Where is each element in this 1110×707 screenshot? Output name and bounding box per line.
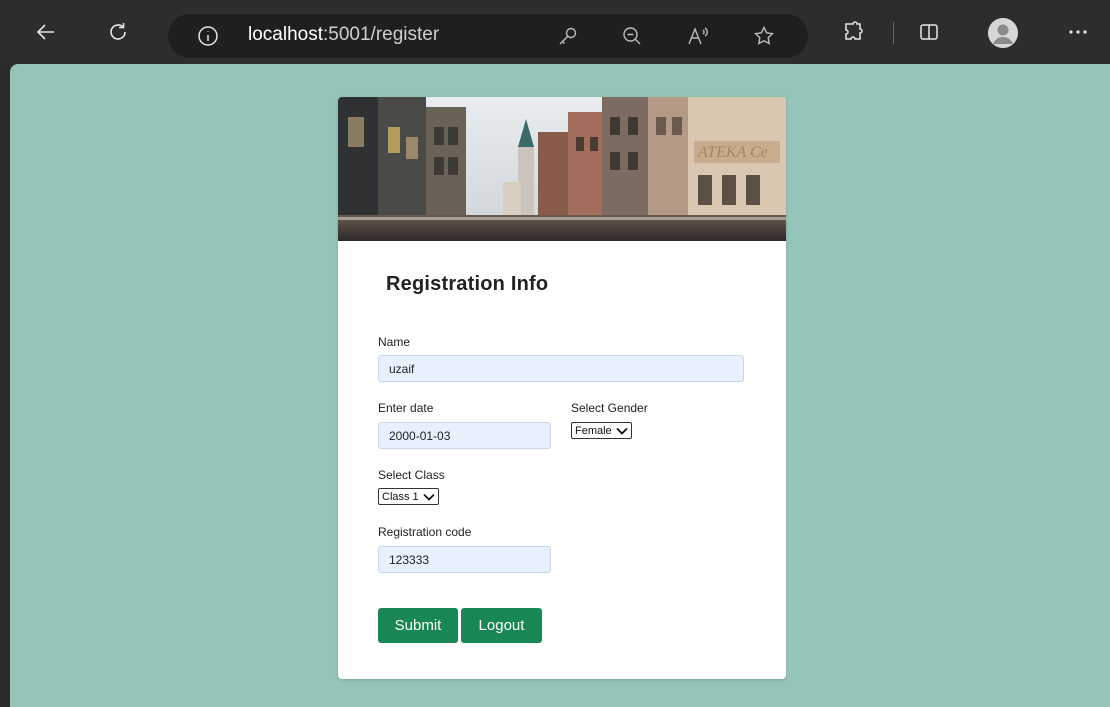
chevron-down-icon [616, 427, 628, 435]
gender-select-value: Female [575, 424, 612, 437]
gender-select[interactable]: Female [571, 422, 632, 439]
url-text[interactable]: localhost:5001/register [248, 24, 439, 46]
registration-code-input[interactable]: 123333 [378, 546, 551, 573]
address-bar[interactable]: localhost:5001/register [168, 14, 808, 58]
name-input[interactable]: uzaif [378, 355, 744, 382]
extensions-icon[interactable] [833, 12, 873, 52]
form-title: Registration Info [386, 273, 549, 295]
back-icon[interactable] [26, 12, 66, 52]
more-icon[interactable] [1058, 12, 1098, 52]
page-viewport: ATEKA Ce Registration Info Name uzaif En… [10, 64, 1110, 707]
toolbar-divider [893, 22, 894, 44]
registration-card: ATEKA Ce Registration Info Name uzaif En… [338, 97, 786, 679]
class-label: Select Class [378, 468, 445, 482]
profile-avatar-icon[interactable] [988, 18, 1018, 48]
info-icon[interactable] [196, 24, 220, 48]
street-banner-image: ATEKA Ce [338, 97, 786, 241]
chevron-down-icon [423, 493, 435, 501]
zoom-out-icon[interactable] [620, 24, 644, 48]
logout-button[interactable]: Logout [461, 608, 542, 643]
refresh-icon[interactable] [98, 12, 138, 52]
submit-button[interactable]: Submit [378, 608, 458, 643]
favorite-star-icon[interactable] [752, 24, 776, 48]
split-screen-icon[interactable] [909, 12, 949, 52]
svg-text:ATEKA Ce: ATEKA Ce [697, 144, 768, 161]
key-icon[interactable] [556, 24, 580, 48]
name-label: Name [378, 335, 411, 349]
browser-toolbar: localhost:5001/register [0, 0, 1110, 64]
read-aloud-icon[interactable] [686, 24, 710, 48]
date-input[interactable]: 2000-01-03 [378, 422, 551, 449]
class-select[interactable]: Class 1 [378, 488, 439, 505]
code-label: Registration code [378, 525, 472, 539]
gender-label: Select Gender [571, 401, 648, 415]
window-frame [0, 64, 10, 707]
date-label: Enter date [378, 401, 434, 415]
class-select-value: Class 1 [382, 490, 419, 503]
